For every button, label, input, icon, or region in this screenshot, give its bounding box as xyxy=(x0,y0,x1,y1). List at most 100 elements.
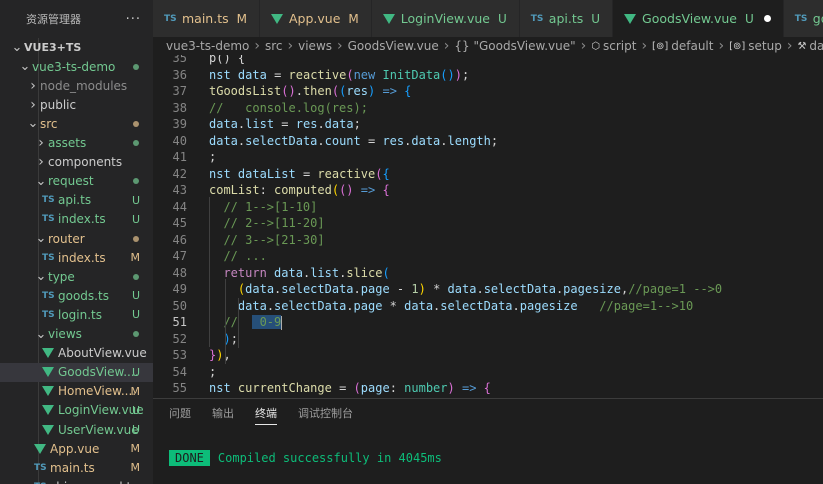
tree-item-label: src xyxy=(40,116,58,131)
line-number: 49 xyxy=(172,282,187,297)
chevron-down-icon: ⌄ xyxy=(35,326,47,342)
tree-item[interactable]: AboutView.vue xyxy=(0,344,153,363)
line-number: 52 xyxy=(172,331,187,346)
tree-item-label: goods.ts xyxy=(58,288,109,303)
tree-item[interactable]: › node_modules xyxy=(0,76,153,95)
line-number: 41 xyxy=(172,150,187,165)
code-editor[interactable]: 35 p() {36 nst data = reactive(new InitDat… xyxy=(153,55,823,395)
code-line: 39 data.list = res.data; xyxy=(153,116,823,133)
breadcrumb-separator-icon: › xyxy=(337,38,343,54)
breadcrumb-item[interactable]: setup xyxy=(748,39,782,53)
tab-label: GoodsView.vue xyxy=(642,11,737,26)
tree-item[interactable]: ⌄ VUE3+TS xyxy=(0,38,153,57)
code-text: (data.selectData.page - 1) * data.select… xyxy=(237,282,723,297)
line-number: 38 xyxy=(172,100,187,115)
tree-item[interactable]: › public xyxy=(0,95,153,114)
line-number: 40 xyxy=(172,133,187,148)
breadcrumb-item[interactable]: GoodsView.vue xyxy=(348,39,439,53)
breadcrumb-item[interactable]: vue3-ts-demo xyxy=(166,39,249,53)
code-line: 41; xyxy=(153,149,823,166)
tree-item[interactable]: ⌄ views xyxy=(0,325,153,344)
panel-tab[interactable]: 问题 xyxy=(169,399,191,427)
breadcrumb-item[interactable]: script xyxy=(603,39,636,53)
tree-item-label: login.ts xyxy=(58,307,103,322)
breadcrumb-item[interactable]: default xyxy=(671,39,713,53)
chevron-right-icon: › xyxy=(30,96,36,113)
tree-item[interactable]: TS main.ts M xyxy=(0,458,153,477)
line-number: 43 xyxy=(172,183,187,198)
tree-item[interactable]: › assets xyxy=(0,134,153,153)
vue-file-icon xyxy=(34,443,46,454)
editor-tab[interactable]: App.vue M xyxy=(259,0,372,37)
git-status-badge: M xyxy=(130,251,141,265)
breadcrumb-separator-icon: › xyxy=(580,38,587,54)
tree-item[interactable]: ⌄ request xyxy=(0,172,153,191)
tree-item[interactable]: › components xyxy=(0,153,153,172)
tree-item[interactable]: ⌄ router xyxy=(0,229,153,248)
tree-item[interactable]: TS api.ts U xyxy=(0,191,153,210)
panel-tab[interactable]: 输出 xyxy=(212,399,234,427)
code-line: 36 nst data = reactive(new InitData()); xyxy=(153,67,823,84)
breadcrumb-separator-icon: › xyxy=(254,38,260,54)
vue-file-icon xyxy=(270,13,283,24)
git-status-dot xyxy=(133,63,139,70)
git-status-dot xyxy=(133,331,139,337)
editor-tab[interactable]: TS main.ts M xyxy=(153,0,260,37)
tab-label: main.ts xyxy=(182,11,229,26)
tree-item[interactable]: App.vue M xyxy=(0,439,153,458)
tree-item[interactable]: ⌄ src xyxy=(0,114,153,133)
code-line: 49 (data.selectData.page - 1) * data.sel… xyxy=(153,281,823,298)
line-number: 46 xyxy=(172,232,187,247)
code-line: 53}), xyxy=(153,347,823,364)
editor-tab[interactable]: TSgoods.tsU xyxy=(783,0,823,37)
tree-item-label: UserView.vue xyxy=(58,422,139,437)
line-number: 47 xyxy=(172,249,187,264)
tree-item[interactable]: TS goods.ts U xyxy=(0,286,153,305)
breadcrumb-item[interactable]: {} "GoodsView.vue" xyxy=(454,39,575,53)
panel-tab[interactable]: 终端 xyxy=(255,399,277,427)
code-text: // console.log(res); xyxy=(209,100,368,115)
code-text: return data.list.slice( xyxy=(223,265,390,280)
tree-item[interactable]: TS login.ts U xyxy=(0,305,153,324)
tree-item[interactable]: HomeView.... M xyxy=(0,382,153,401)
editor-tab[interactable]: GoodsView.vue U xyxy=(613,0,784,37)
explorer-header: 资源管理器 ··· xyxy=(0,0,153,38)
line-number: 44 xyxy=(172,199,187,214)
vue-file-icon xyxy=(42,386,54,397)
chevron-right-icon: › xyxy=(30,77,36,94)
vue-file-icon xyxy=(624,13,637,24)
tree-item[interactable]: ⌄ vue3-ts-demo xyxy=(0,57,153,76)
breadcrumb-item[interactable]: views xyxy=(298,39,332,53)
code-text: ; xyxy=(209,150,217,165)
tree-item[interactable]: TS index.ts M xyxy=(0,248,153,267)
panel-tab[interactable]: 调试控制台 xyxy=(298,399,353,427)
editor-tab[interactable]: TS api.ts U xyxy=(519,0,614,37)
tree-item-label: shims-vue.d.ts xyxy=(50,480,137,484)
line-number: 42 xyxy=(172,166,187,181)
tree-item[interactable]: ⌄ type xyxy=(0,267,153,286)
git-status-badge: M xyxy=(130,384,141,398)
tree-item-label: index.ts xyxy=(58,212,106,227)
unsaved-dot-icon[interactable] xyxy=(763,15,771,22)
tab-label: api.ts xyxy=(548,11,584,26)
typescript-file-icon: TS xyxy=(794,13,808,24)
breadcrumb-item[interactable]: src xyxy=(265,39,283,53)
tree-item[interactable]: GoodsView.... U xyxy=(0,362,153,382)
tree-item[interactable]: UserView.vue U xyxy=(0,420,153,439)
tree-item[interactable]: LoginView.vue U xyxy=(0,401,153,420)
breadcrumb-item[interactable]: dataList xyxy=(809,39,823,53)
typescript-file-icon: TS xyxy=(42,214,55,225)
indent-guide xyxy=(209,197,210,347)
code-text: p() { xyxy=(209,55,246,66)
code-text: data.selectData.page * data.selectData.p… xyxy=(237,298,694,313)
editor-tab[interactable]: LoginView.vue U xyxy=(371,0,520,37)
code-line: 52 ); xyxy=(153,331,823,348)
tree-item[interactable]: TS index.ts U xyxy=(0,210,153,229)
indent-guide xyxy=(225,279,226,364)
code-text: // 3-->[21-30] xyxy=(223,232,325,247)
more-actions-icon[interactable]: ··· xyxy=(126,12,141,27)
breadcrumb-separator-icon: › xyxy=(641,38,648,54)
chevron-down-icon: ⌄ xyxy=(35,173,47,189)
tree-item[interactable]: TSshims-vue.d.ts xyxy=(0,477,153,484)
git-status-badge: U xyxy=(131,212,140,226)
